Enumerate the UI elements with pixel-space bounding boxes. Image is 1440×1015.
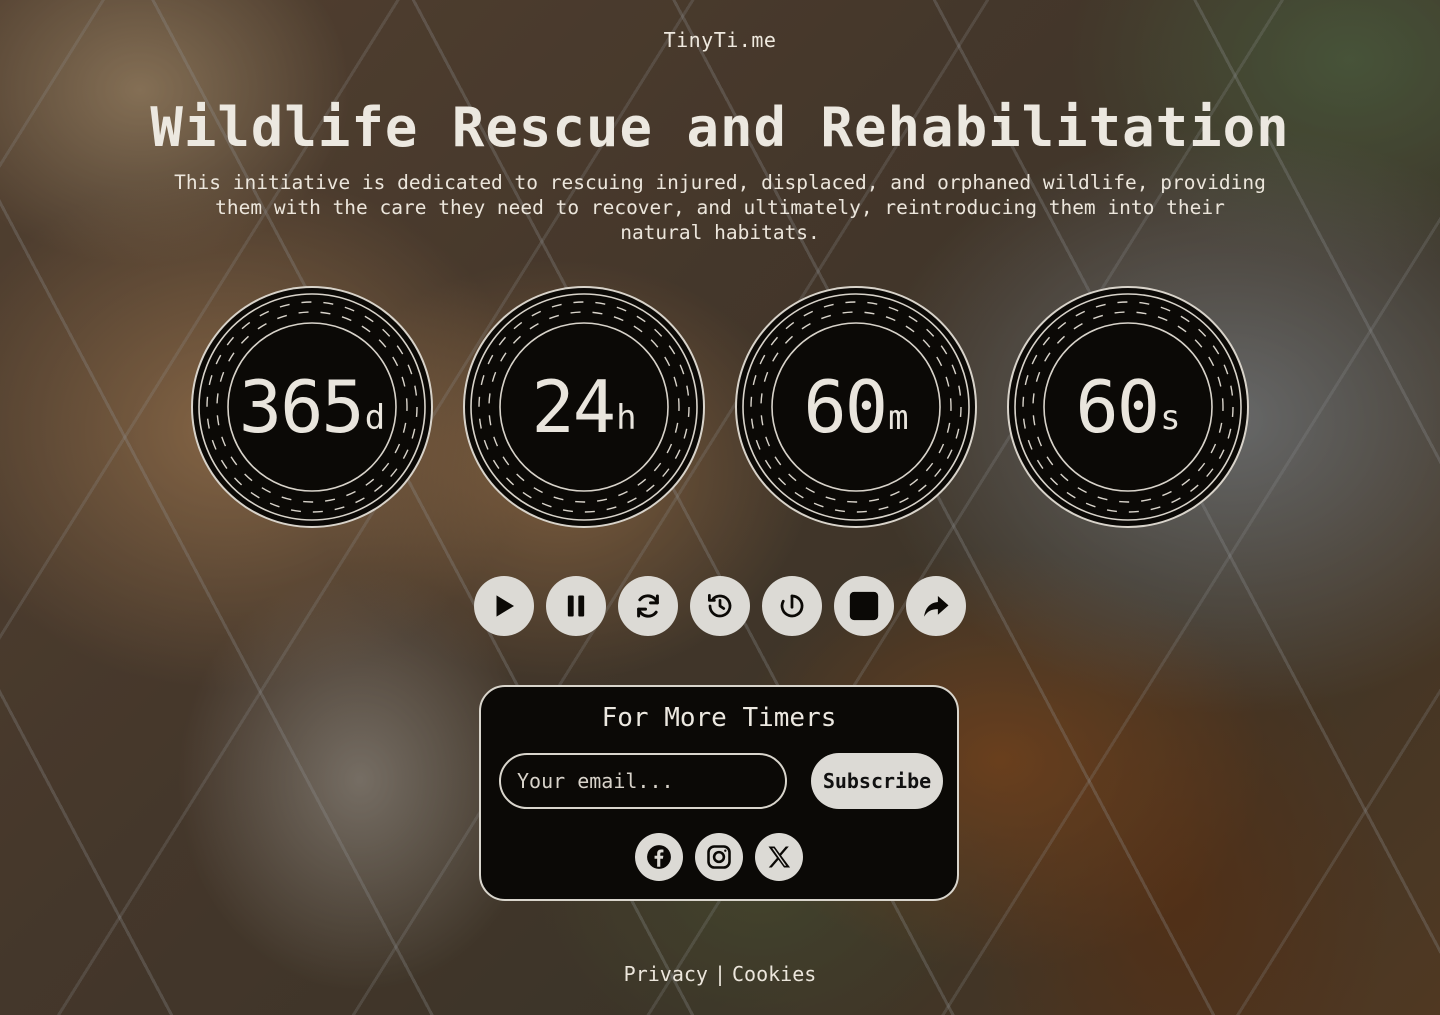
page-subtitle: This initiative is dedicated to rescuing… bbox=[174, 171, 1266, 244]
timer-button[interactable] bbox=[762, 576, 822, 636]
play-button[interactable] bbox=[474, 576, 534, 636]
seconds-unit: s bbox=[1160, 398, 1181, 438]
seconds-dial: 60 s bbox=[1009, 288, 1247, 526]
days-dial: 365 d bbox=[193, 288, 431, 526]
timer-controls bbox=[0, 576, 1440, 636]
subscribe-card: For More Timers Subscribe bbox=[479, 685, 959, 901]
refresh-icon bbox=[637, 594, 659, 618]
brand-logo[interactable]: TinyTi.me bbox=[0, 28, 1440, 52]
email-field[interactable] bbox=[499, 753, 787, 809]
footer-separator: | bbox=[713, 962, 727, 986]
seconds-value: 60 bbox=[1075, 365, 1160, 449]
hours-value: 24 bbox=[531, 365, 616, 449]
cookies-link[interactable]: Cookies bbox=[732, 962, 816, 986]
page-title: Wildlife Rescue and Rehabilitation bbox=[150, 96, 1290, 159]
pause-button[interactable] bbox=[546, 576, 606, 636]
page: TinyTi.me Wildlife Rescue and Rehabilita… bbox=[0, 0, 1440, 1015]
stop-button[interactable] bbox=[834, 576, 894, 636]
instagram-icon bbox=[707, 845, 731, 869]
privacy-link[interactable]: Privacy bbox=[624, 962, 708, 986]
hours-unit: h bbox=[616, 398, 637, 438]
days-unit: d bbox=[364, 398, 386, 438]
minutes-dial: 60 m bbox=[737, 288, 975, 526]
facebook-link[interactable] bbox=[635, 833, 683, 881]
subscribe-title: For More Timers bbox=[601, 703, 837, 733]
x-icon bbox=[768, 846, 791, 868]
days-value: 365 bbox=[238, 365, 365, 449]
minutes-value: 60 bbox=[803, 365, 888, 449]
play-icon bbox=[496, 595, 514, 617]
history-icon bbox=[708, 594, 732, 618]
subscribe-button[interactable]: Subscribe bbox=[811, 753, 943, 809]
social-links bbox=[481, 833, 957, 881]
timer-dials: 365 d 24 h 60 m 60 s bbox=[0, 288, 1440, 526]
pause-icon bbox=[567, 595, 585, 617]
timer-icon bbox=[780, 594, 804, 618]
footer: Privacy | Cookies bbox=[0, 962, 1440, 986]
minutes-unit: m bbox=[888, 398, 909, 438]
history-button[interactable] bbox=[690, 576, 750, 636]
facebook-icon bbox=[647, 845, 671, 869]
reset-button[interactable] bbox=[618, 576, 678, 636]
share-button[interactable] bbox=[906, 576, 966, 636]
x-link[interactable] bbox=[755, 833, 803, 881]
share-icon bbox=[924, 596, 949, 617]
hours-dial: 24 h bbox=[465, 288, 703, 526]
stop-icon bbox=[849, 591, 879, 621]
instagram-link[interactable] bbox=[695, 833, 743, 881]
